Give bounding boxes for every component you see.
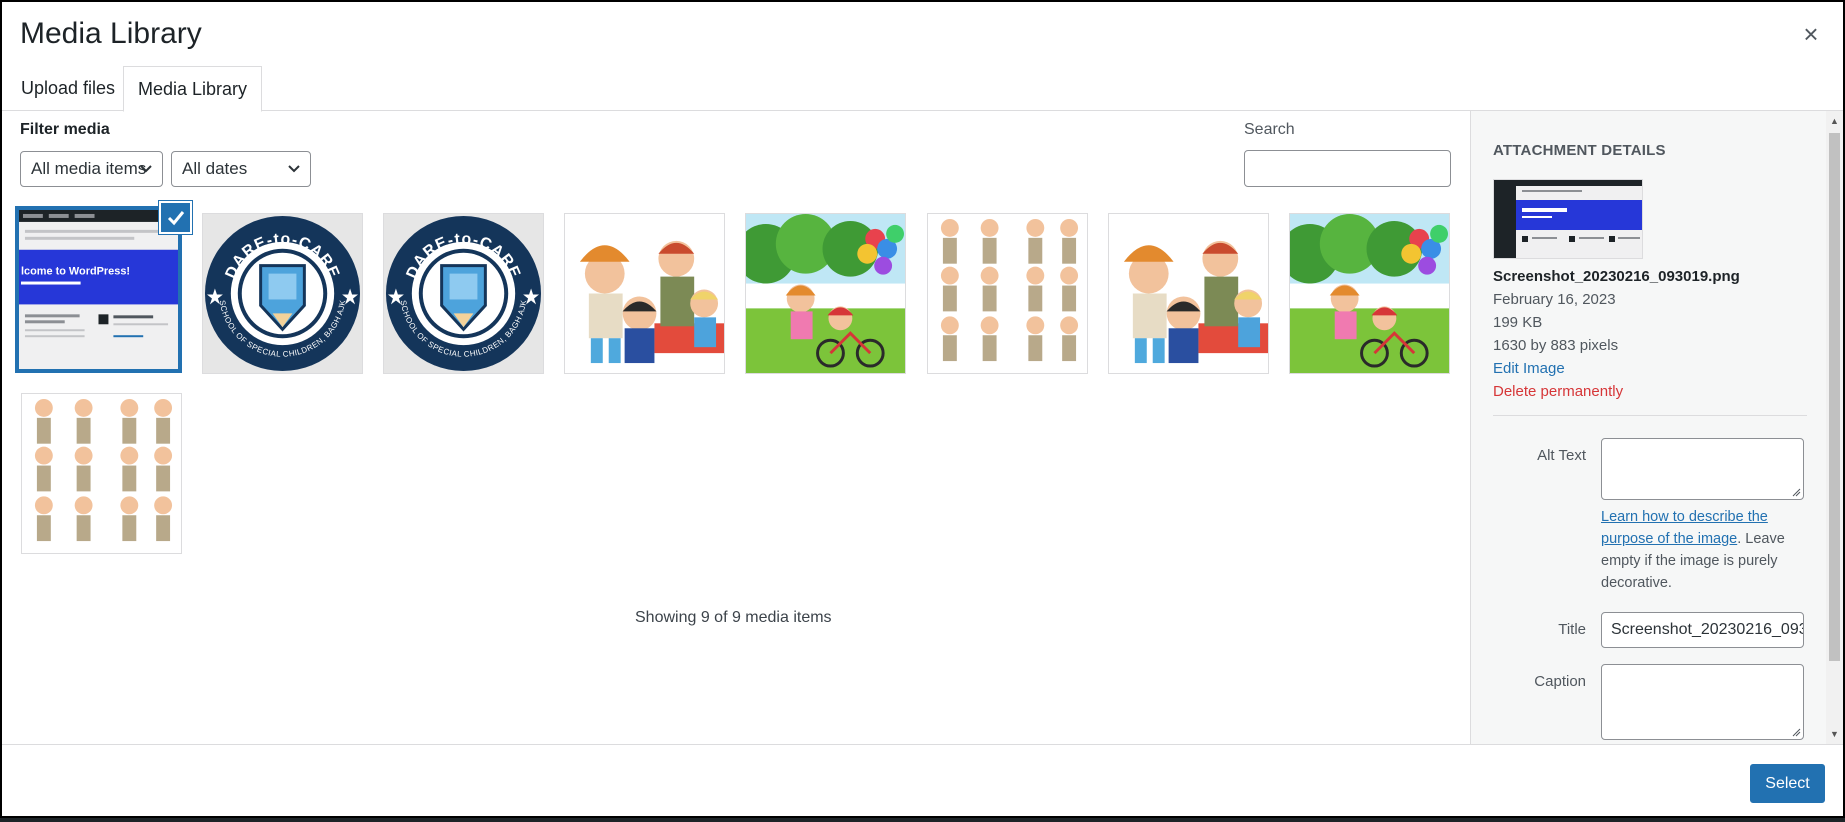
alt-text-label: Alt Text [1537, 447, 1586, 464]
title-field[interactable]: Screenshot_20230216_093019 [1601, 612, 1804, 648]
divider [1493, 415, 1807, 416]
kids-illustration-icon [565, 214, 724, 373]
media-modal: Media Library × Upload files Media Libra… [0, 0, 1845, 818]
sidebar-scrollbar[interactable]: ▲ ▼ [1826, 111, 1843, 744]
dare-to-care-logo-icon: DARE-to-CARE SCHOOL OF SPECIAL CHILDREN,… [384, 214, 543, 373]
date-value: All dates [182, 159, 248, 178]
chevron-down-icon [140, 165, 152, 173]
media-item-kids[interactable] [1108, 213, 1269, 374]
search-label: Search [1244, 121, 1295, 138]
attachment-filename: Screenshot_20230216_093019.png [1493, 268, 1740, 285]
resize-handle-icon[interactable] [1791, 487, 1801, 497]
attachment-details-heading: Attachment Details [1493, 142, 1666, 159]
media-item-scouts[interactable] [927, 213, 1088, 374]
modal-tabs: Upload files Media Library [2, 66, 1843, 112]
attachment-date: February 16, 2023 [1493, 291, 1616, 308]
kids-illustration-icon [1109, 214, 1268, 373]
screenshot-thumbnail-icon: lcome to WordPress! [19, 210, 178, 369]
media-count-text: Showing 9 of 9 media items [635, 609, 832, 626]
media-item-park[interactable] [1289, 213, 1450, 374]
thumb-welcome-text: lcome to WordPress! [21, 266, 130, 278]
attachment-dimensions: 1630 by 883 pixels [1493, 337, 1619, 354]
scouts-illustration-icon [928, 214, 1087, 373]
dare-to-care-logo-icon: DARE-to-CARE SCHOOL OF SPECIAL CHILDREN,… [203, 214, 362, 373]
select-button[interactable]: Select [1750, 764, 1825, 803]
scrollbar-thumb[interactable] [1829, 133, 1840, 661]
media-item-scouts[interactable] [21, 393, 182, 554]
caption-field[interactable] [1601, 664, 1804, 740]
media-type-value: All media items [31, 159, 147, 178]
search-input[interactable] [1244, 150, 1451, 187]
date-select[interactable]: All dates [171, 151, 311, 187]
media-type-select[interactable]: All media items [20, 151, 163, 187]
playground-illustration-icon [1290, 214, 1449, 373]
playground-illustration-icon [746, 214, 905, 373]
attachment-details-panel: Attachment Details Screenshot_20230216_0… [1470, 111, 1826, 744]
scroll-down-icon[interactable]: ▼ [1829, 727, 1840, 741]
modal-toolbar: Select [2, 744, 1843, 816]
caption-label: Caption [1534, 673, 1586, 690]
media-item-logo[interactable]: DARE-to-CARE SCHOOL OF SPECIAL CHILDREN,… [383, 213, 544, 374]
edit-image-link[interactable]: Edit Image [1493, 360, 1565, 377]
alt-text-field[interactable] [1601, 438, 1804, 500]
selected-check-icon[interactable] [159, 201, 192, 234]
close-icon[interactable]: × [1793, 16, 1829, 52]
delete-permanently-link[interactable]: Delete permanently [1493, 383, 1623, 400]
media-item-logo[interactable]: DARE-to-CARE SCHOOL OF SPECIAL CHILDREN,… [202, 213, 363, 374]
chevron-down-icon [288, 165, 300, 173]
media-item-park[interactable] [745, 213, 906, 374]
title-label: Title [1558, 621, 1586, 638]
attachment-filesize: 199 KB [1493, 314, 1543, 331]
screenshot-thumbnail-icon [1494, 180, 1642, 258]
modal-title: Media Library [20, 17, 202, 50]
scouts-illustration-icon [22, 394, 181, 553]
scroll-up-icon[interactable]: ▲ [1829, 114, 1840, 128]
media-browser [2, 111, 1470, 744]
attachment-preview [1493, 179, 1643, 259]
filter-media-label: Filter media [20, 121, 110, 138]
media-item-screenshot[interactable]: lcome to WordPress! [15, 206, 182, 373]
alt-text-help: Learn how to describe the purpose of the… [1601, 506, 1801, 594]
media-item-kids[interactable] [564, 213, 725, 374]
tab-upload-files[interactable]: Upload files [7, 66, 129, 111]
resize-handle-icon[interactable] [1791, 727, 1801, 737]
tab-media-library[interactable]: Media Library [123, 66, 263, 112]
